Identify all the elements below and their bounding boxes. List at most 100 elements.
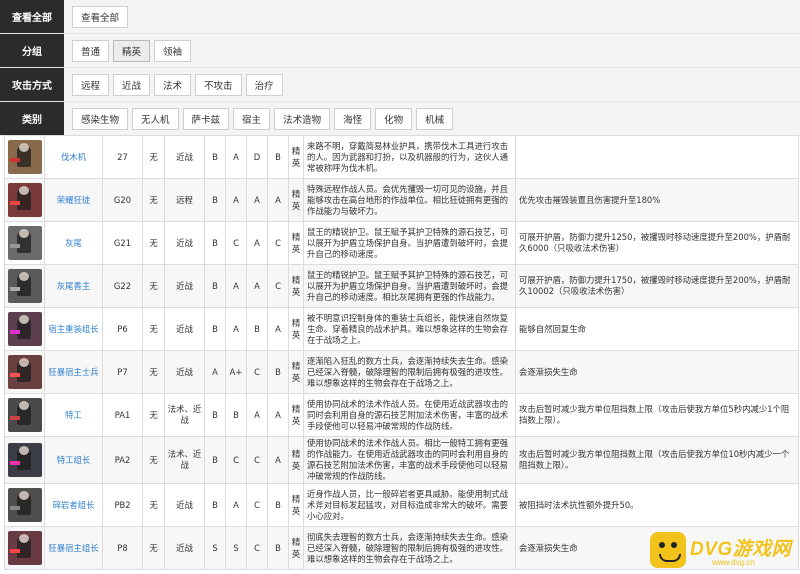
elite-tag: 精英 [288,307,304,351]
enemy-attribute: 无 [142,526,165,570]
portrait-cell [4,135,45,179]
enemy-portrait[interactable] [7,355,42,389]
category-option-button[interactable]: 法术造物 [274,107,331,130]
view-all-button[interactable]: 查看全部 [72,5,129,28]
dvg-mascot-icon [650,532,686,568]
attack-type: 近战 [164,264,205,308]
enemy-feature: 可展开护盾，防御力提升1250，被攫毁时移动速度提升至200%，护盾耐久6000… [515,221,799,265]
category-option-button[interactable]: 化物 [375,107,413,130]
category-option-button[interactable]: 感染生物 [72,107,129,130]
attack-option-button[interactable]: 治疗 [245,73,283,96]
stat-grade: C [267,221,289,265]
enemy-portrait[interactable] [7,488,42,522]
enemy-portrait[interactable] [7,183,42,217]
filter-row-view-all: 查看全部 查看全部 [0,0,800,34]
enemy-name-link[interactable]: 灰尾 [44,221,103,265]
category-option-button[interactable]: 宿主 [233,107,271,130]
filter-label-group: 分组 [0,34,64,67]
filter-row-group: 分组 普通 精英 领袖 [0,34,800,68]
category-option-button[interactable]: 无人机 [132,107,179,130]
category-option-button[interactable]: 海怪 [334,107,372,130]
enemy-code: PB2 [102,483,143,527]
enemy-feature [515,135,799,179]
table-row: 荣耀狂徒 G20 无远程 B A A A 精英 特殊远程作战人员。会优先攫毁一切可见的设施，并且… [4,178,799,222]
filter-label-attack: 攻击方式 [0,68,64,101]
stat-grade: A [225,307,247,351]
enemy-description: 使用协同战术的法术作战人员。在使用近战武器攻击的同时会利用自身的源石技艺附加法术… [303,393,516,437]
stat-grade: B [267,135,289,179]
stat-grade: A [204,350,226,394]
attack-option-button[interactable]: 远程 [72,73,110,96]
portrait-cell [4,436,45,484]
elite-tag: 精英 [288,483,304,527]
enemy-feature: 可展开护盾，防御力提升1750，被攫毁时移动速度提升至200%，护盾耐久1000… [515,264,799,308]
portrait-cell [4,264,45,308]
portrait-cell [4,221,45,265]
stat-grade: C [246,526,268,570]
filter-row-category: 类别 感染生物 无人机 萨卡兹 宿主 法术造物 海怪 化物 机械 [0,102,800,136]
attack-option-button[interactable]: 不攻击 [195,73,242,96]
attack-type: 近战 [164,350,205,394]
attack-type: 近战 [164,307,205,351]
group-option-button[interactable]: 领袖 [154,39,192,62]
enemy-portrait[interactable] [7,443,42,477]
stat-grade: A [267,393,289,437]
enemy-code: 27 [102,135,143,179]
enemy-portrait[interactable] [7,398,42,432]
elite-tag: 精英 [288,135,304,179]
enemy-code: P6 [102,307,143,351]
stat-grade: A [246,393,268,437]
enemy-description: 来路不明，穿戴简易林业护具，携带伐木工具进行攻击的人。因为武器和打扮，以及机器般… [303,135,516,179]
enemy-name-link[interactable]: 碎岩者组长 [44,483,103,527]
stat-grade: B [204,483,226,527]
enemy-portrait[interactable] [7,531,42,565]
table-row: 碎岩者组长 PB2 无近战 B A C B 精英 近身作战人员，比一般碎岩者更具威胁。能使用制式… [4,483,799,527]
enemy-code: G22 [102,264,143,308]
enemy-name-link[interactable]: 荣耀狂徒 [44,178,103,222]
stat-grade: A [225,178,247,222]
stat-grade: A [225,264,247,308]
table-row: 灰尾 G21 无近战 B C A C 精英 鼠王的精锐护卫。鼠王赋予其护卫特殊的源石技艺，可以展… [4,221,799,265]
attack-option-button[interactable]: 法术 [154,73,192,96]
attack-type: 近战 [164,221,205,265]
enemy-name-link[interactable]: 特工组长 [44,436,103,484]
enemy-name-link[interactable]: 伐木机 [44,135,103,179]
enemy-portrait[interactable] [7,140,42,174]
enemy-feature: 攻击后暂时减少我方单位阻挡数上限（攻击后使我方单位10秒内减少一个阻挡数上限）。 [515,436,799,484]
stat-grade: D [246,135,268,179]
table-row: 特工 PA1 无法术、近战 B B A A 精英 使用协同战术的法术作战人员。在使用近战武器攻击… [4,393,799,437]
stat-grade: B [204,436,226,484]
enemy-attribute: 无 [142,393,165,437]
enemy-portrait[interactable] [7,269,42,303]
filter-label-category: 类别 [0,102,64,135]
enemy-name-link[interactable]: 狂暴宿主组长 [44,526,103,570]
enemy-name-link[interactable]: 宿主重装组长 [44,307,103,351]
enemy-portrait[interactable] [7,226,42,260]
table-row: 特工组长 PA2 无法术、近战 B C C A 精英 使用协同战术的法术作战人员。相比一般特工拥… [4,436,799,484]
stat-grade: C [267,264,289,308]
stat-grade: S [225,526,247,570]
enemy-attribute: 无 [142,264,165,308]
enemy-code: P8 [102,526,143,570]
attack-option-button[interactable]: 近战 [113,73,151,96]
enemy-name-link[interactable]: 灰尾香主 [44,264,103,308]
enemy-name-link[interactable]: 狂暴宿主士兵 [44,350,103,394]
watermark-text: DVG游戏网 [690,539,792,560]
stat-grade: A [246,264,268,308]
attack-type: 法术、近战 [164,436,205,484]
enemy-portrait[interactable] [7,312,42,346]
enemy-description: 鼠王的精锐护卫。鼠王赋予其护卫特殊的源石技艺，可以展开为护盾立场保护自身。当护盾… [303,221,516,265]
stat-grade: A [267,307,289,351]
stat-grade: A+ [225,350,247,394]
group-option-button[interactable]: 普通 [72,39,110,62]
attack-type: 法术、近战 [164,393,205,437]
enemy-name-link[interactable]: 特工 [44,393,103,437]
category-option-button[interactable]: 萨卡兹 [182,107,230,130]
enemy-description: 使用协同战术的法术作战人员。相比一般特工拥有更强的作战能力。在使用近战武器攻击的… [303,436,516,484]
category-option-button[interactable]: 机械 [416,107,454,130]
enemy-description: 逐渐陷入狂乱的数方士兵，会逐渐持续失去生命。感染已经深入脊髓，破除理智的限制后拥… [303,350,516,394]
group-option-button[interactable]: 精英 [113,39,151,62]
enemy-description: 彻底失去理智的数方士兵，会逐渐持续失去生命。感染已经深入脊髓，破除理智的限制后拥… [303,526,516,570]
enemy-code: PA1 [102,393,143,437]
portrait-cell [4,350,45,394]
